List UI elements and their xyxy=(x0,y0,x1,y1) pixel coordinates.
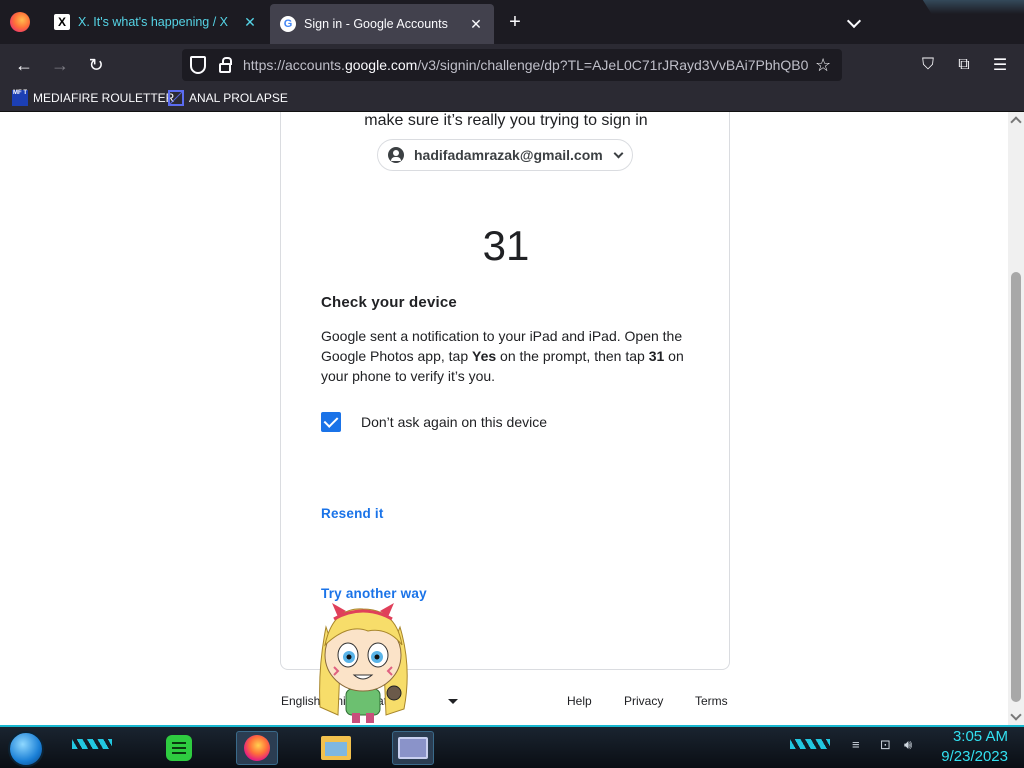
instructions-number: 31 xyxy=(648,348,665,364)
dont-ask-again-row[interactable]: Don’t ask again on this device xyxy=(321,412,547,432)
taskbar-file-explorer[interactable] xyxy=(315,731,357,765)
show-hidden-icons-icon[interactable]: ≡ xyxy=(852,737,860,752)
chevron-down-icon xyxy=(613,148,624,158)
forward-button[interactable]: → xyxy=(48,53,72,77)
theme-decoration xyxy=(922,0,1024,14)
url-text[interactable]: https://accounts.google.com/v3/signin/ch… xyxy=(243,57,809,73)
instructions-yes: Yes xyxy=(472,348,497,364)
reload-button[interactable]: ↻ xyxy=(84,53,108,77)
bookmark-mediafire[interactable]: MF T MEDIAFIRE ROULETTER xyxy=(12,90,174,106)
clock-time: 3:05 AM xyxy=(952,728,1008,745)
taskbar-firefox[interactable] xyxy=(236,731,278,765)
caret-down-icon[interactable] xyxy=(448,699,458,704)
google-icon: G xyxy=(280,16,296,32)
extensions-icon[interactable]: ⧉ xyxy=(953,54,975,76)
tab-x[interactable]: X X. It's what's happening / X ✕ xyxy=(44,0,268,44)
taskbar-notes-app[interactable] xyxy=(158,731,200,765)
taskbar-decoration xyxy=(72,739,112,749)
close-icon[interactable]: ✕ xyxy=(242,14,258,31)
account-circle-icon xyxy=(388,147,404,163)
bookmark-folder-icon xyxy=(168,90,184,106)
account-email: hadifadamrazak@gmail.com xyxy=(414,147,603,163)
scrollbar-thumb[interactable] xyxy=(1011,272,1021,702)
bookmarks-toolbar: MF T MEDIAFIRE ROULETTER ANAL PROLAPSE xyxy=(0,86,1024,112)
x-icon: X xyxy=(54,14,70,30)
menu-icon[interactable]: ☰ xyxy=(989,54,1011,76)
page-viewport: make sure it’s really you trying to sign… xyxy=(0,112,1008,725)
instructions-part: on the prompt, then tap xyxy=(496,348,649,364)
back-button[interactable]: ← xyxy=(12,53,36,77)
signin-card: make sure it’s really you trying to sign… xyxy=(280,112,730,670)
bookmark-second[interactable]: ANAL PROLAPSE xyxy=(168,90,288,106)
tab-bar: X X. It's what's happening / X ✕ G Sign … xyxy=(0,0,1024,44)
start-orb-icon[interactable] xyxy=(8,731,44,767)
checkbox-label[interactable]: Don’t ask again on this device xyxy=(361,414,547,430)
lock-icon[interactable] xyxy=(219,57,232,73)
taskbar: ≡ ⊡ 🔊︎ 3:05 AM 9/23/2023 xyxy=(0,725,1024,768)
page-scrollbar[interactable] xyxy=(1008,112,1024,725)
folder-icon xyxy=(321,736,351,760)
volume-icon[interactable]: 🔊︎ xyxy=(904,737,912,753)
bookmark-label: ANAL PROLAPSE xyxy=(189,91,288,105)
tab-title: Sign in - Google Accounts xyxy=(304,17,448,31)
instructions-text: Google sent a notification to your iPad … xyxy=(321,326,693,386)
dont-ask-again-checkbox[interactable] xyxy=(321,412,341,432)
tab-google-accounts[interactable]: G Sign in - Google Accounts ✕ xyxy=(270,4,494,44)
list-tabs-chevron-icon[interactable] xyxy=(844,12,864,32)
desktop-pet-character[interactable] xyxy=(308,597,418,725)
url-bar[interactable]: https://accounts.google.com/v3/signin/ch… xyxy=(182,49,842,81)
tab-title: X. It's what's happening / X xyxy=(78,15,228,29)
page-heading: Check your device xyxy=(321,294,457,311)
clock-date: 9/23/2023 xyxy=(941,748,1008,765)
mediafire-icon: MF T xyxy=(12,90,28,106)
close-icon[interactable]: ✕ xyxy=(468,16,484,33)
scroll-up-arrow-icon[interactable] xyxy=(1010,116,1022,128)
tracking-protection-shield-icon[interactable] xyxy=(190,56,206,74)
resend-link[interactable]: Resend it xyxy=(321,506,384,521)
scroll-down-arrow-icon[interactable] xyxy=(1010,709,1022,721)
privacy-link[interactable]: Privacy xyxy=(624,694,663,708)
bookmark-label: MEDIAFIRE ROULETTER xyxy=(33,91,175,105)
firefox-icon[interactable] xyxy=(10,12,30,32)
window-app-icon xyxy=(398,737,428,759)
help-link[interactable]: Help xyxy=(567,694,592,708)
terms-link[interactable]: Terms xyxy=(695,694,728,708)
url-path: /v3/signin/challenge/dp?TL=AJeL0C71rJRay… xyxy=(417,57,809,73)
system-clock[interactable]: 3:05 AM 9/23/2023 xyxy=(941,727,1008,767)
navigation-toolbar: ← → ↻ https://accounts.google.com/v3/sig… xyxy=(0,44,1024,86)
verification-number: 31 xyxy=(482,222,530,269)
network-icon[interactable]: ⊡ xyxy=(880,737,891,753)
taskbar-window-app[interactable] xyxy=(392,731,434,765)
notes-app-icon xyxy=(166,735,192,761)
url-prefix: https://accounts. xyxy=(243,57,345,73)
firefox-icon xyxy=(244,735,270,761)
page-subtitle: make sure it’s really you trying to sign… xyxy=(364,112,648,129)
url-domain: google.com xyxy=(344,57,418,73)
new-tab-button[interactable]: + xyxy=(504,11,526,34)
taskbar-decoration xyxy=(790,739,830,749)
pocket-icon[interactable]: ⛉ xyxy=(917,54,939,76)
account-chip[interactable]: hadifadamrazak@gmail.com xyxy=(377,139,633,171)
bookmark-star-icon[interactable]: ☆ xyxy=(815,55,831,76)
